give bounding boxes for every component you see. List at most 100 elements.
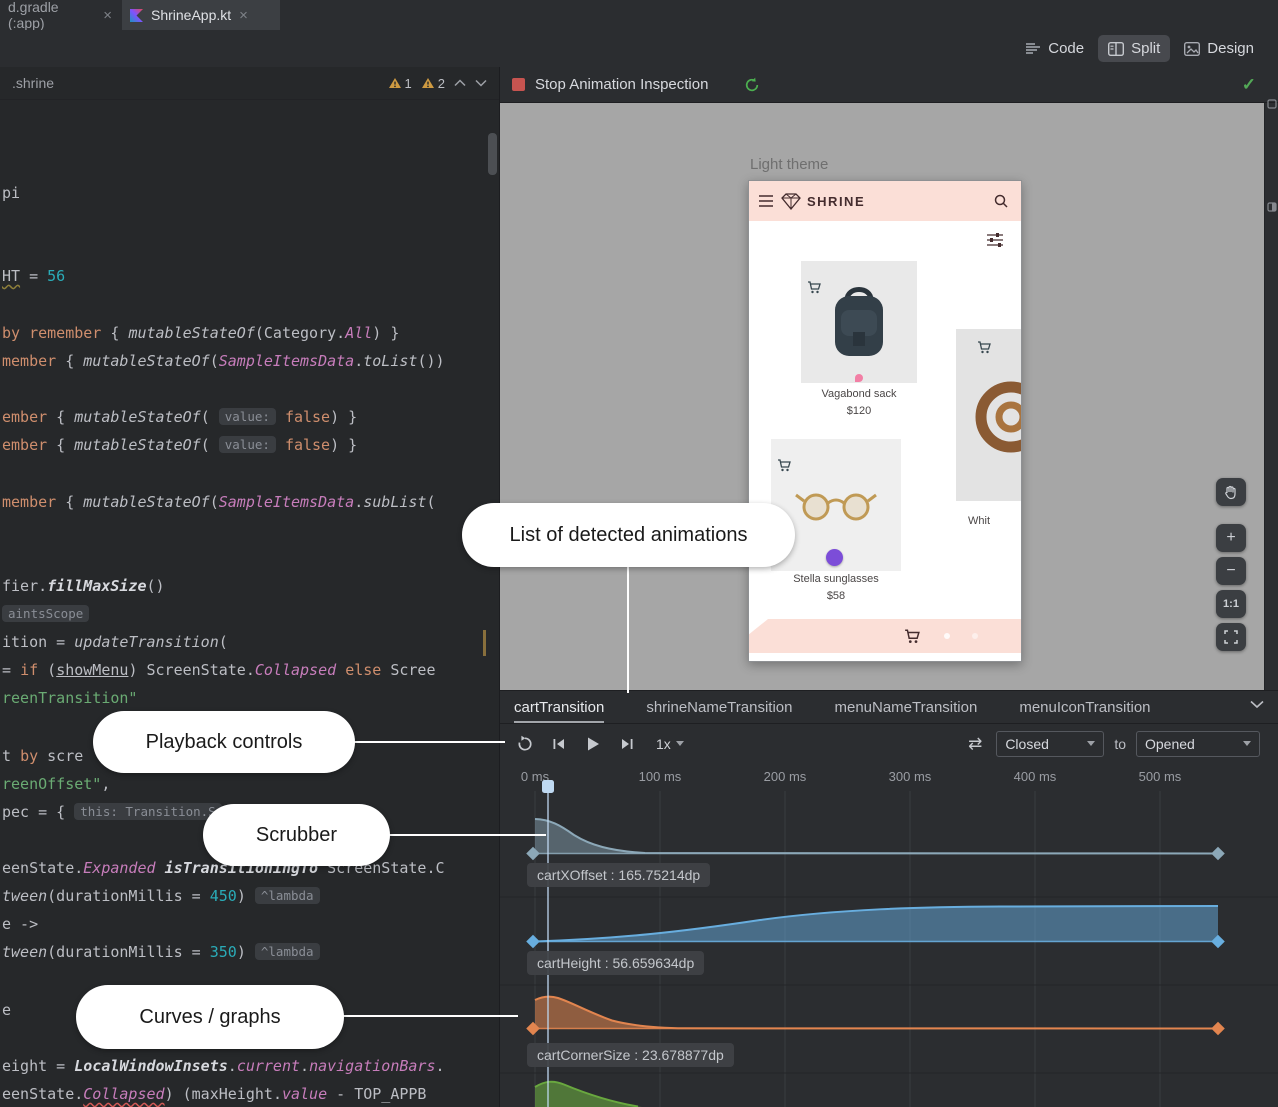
- tab-build-gradle[interactable]: d.gradle (:app) ×: [0, 0, 120, 30]
- zoom-fit-button[interactable]: [1216, 623, 1246, 651]
- callout-animations-list: List of detected animations: [462, 503, 795, 567]
- callout-text: List of detected animations: [510, 524, 748, 547]
- code-token: eight =: [2, 1057, 74, 1075]
- code-token: Collapsed: [83, 1085, 164, 1103]
- mode-split-button[interactable]: Split: [1098, 35, 1170, 62]
- stop-animation-button[interactable]: Stop Animation Inspection: [535, 76, 708, 93]
- callout-connector: [350, 741, 505, 743]
- code-token: ) ScreenState.: [128, 661, 254, 679]
- timeline-panel: cartTransitionshrineNameTransitionmenuNa…: [500, 690, 1278, 1107]
- code-token: pi: [2, 184, 20, 202]
- cart-bar[interactable]: [749, 619, 1021, 653]
- code-token: 350: [210, 943, 237, 961]
- code-token: e: [2, 1001, 11, 1019]
- code-token: (: [210, 352, 219, 370]
- search-icon[interactable]: [993, 193, 1009, 209]
- zoom-out-button[interactable]: −: [1216, 557, 1246, 585]
- code-token: value: [282, 1085, 327, 1103]
- tab-shrineapp[interactable]: ShrineApp.kt ×: [122, 0, 280, 30]
- tool-stripe-icon[interactable]: [1267, 202, 1277, 212]
- code-token: {: [56, 352, 83, 370]
- warning-count: 2: [438, 76, 445, 91]
- code-token: scre: [38, 747, 83, 765]
- code-token: subList: [363, 493, 426, 511]
- preview-canvas[interactable]: Light theme SHRINE: [500, 103, 1264, 690]
- refresh-icon[interactable]: [744, 77, 760, 93]
- curve-stroke-cartCornerSize: [535, 997, 1218, 1029]
- add-to-cart-icon[interactable]: [807, 281, 821, 294]
- scrollbar-warning-mark: [483, 630, 486, 656]
- shrine-appbar: SHRINE: [749, 181, 1021, 221]
- callout-playback-controls: Playback controls: [93, 711, 355, 773]
- close-icon[interactable]: ×: [103, 8, 112, 23]
- code-line: by remember { mutableStateOf(Category.Al…: [2, 324, 399, 345]
- code-line: aintsScope: [2, 605, 89, 626]
- code-token: =: [20, 267, 47, 285]
- editor-scrollbar[interactable]: [488, 133, 497, 175]
- mode-code-button[interactable]: Code: [1015, 35, 1094, 62]
- code-icon: [1025, 42, 1041, 56]
- product-name: Vagabond sack: [801, 388, 917, 400]
- mode-design-button[interactable]: Design: [1174, 35, 1264, 62]
- product-image-backpack[interactable]: [801, 261, 917, 383]
- callout-scrubber: Scrubber: [203, 804, 390, 866]
- code-token: else: [345, 661, 381, 679]
- warning-badge[interactable]: 1: [388, 76, 412, 91]
- preview-theme-label: Light theme: [750, 156, 828, 173]
- minus-icon: −: [1226, 562, 1235, 580]
- inspections-widget[interactable]: 1 2: [388, 76, 487, 91]
- view-mode-bar: Code Split Design: [0, 30, 1278, 68]
- device-preview[interactable]: SHRINE Vaga: [748, 180, 1022, 662]
- code-line: member { mutableStateOf(SampleItemsData.…: [2, 352, 445, 373]
- keyframe-diamond[interactable]: [1211, 847, 1225, 861]
- pan-button[interactable]: [1216, 478, 1246, 506]
- menu-icon[interactable]: [759, 195, 775, 207]
- code-line: member { mutableStateOf(SampleItemsData.…: [2, 493, 436, 514]
- tool-window-stripe: [1264, 103, 1278, 690]
- belt-graphic: [956, 329, 1022, 501]
- keyframe-diamond[interactable]: [526, 935, 540, 949]
- zoom-100-button[interactable]: 1:1: [1216, 590, 1246, 618]
- product-name: Stella sunglasses: [771, 573, 901, 585]
- breadcrumb[interactable]: .shrine: [12, 75, 54, 91]
- code-token: (: [219, 633, 228, 651]
- code-token: ,: [101, 775, 110, 793]
- filter-icon[interactable]: [987, 233, 1003, 247]
- code-line: tween(durationMillis = 350) ^lambda: [2, 943, 320, 964]
- add-to-cart-icon[interactable]: [977, 341, 991, 354]
- code-token: false: [285, 408, 330, 426]
- code-line: HT = 56: [2, 267, 65, 288]
- code-token: toList: [363, 352, 417, 370]
- code-token: (: [38, 661, 56, 679]
- code-token: All: [345, 324, 372, 342]
- code-token: 450: [210, 887, 237, 905]
- cart-icon[interactable]: [904, 629, 920, 644]
- code-token: {: [56, 493, 83, 511]
- chevron-up-icon[interactable]: [454, 79, 466, 87]
- zoom-in-button[interactable]: +: [1216, 524, 1246, 552]
- code-token: eenState.: [2, 859, 83, 877]
- code-token: mutableStateOf: [74, 408, 200, 426]
- add-to-cart-icon[interactable]: [777, 459, 791, 472]
- product-image-belt[interactable]: [956, 329, 1022, 501]
- new-tag-icon: [855, 374, 863, 382]
- code-token: HT: [2, 267, 20, 285]
- callout-text: Playback controls: [146, 731, 303, 754]
- keyframe-diamond[interactable]: [1211, 1022, 1225, 1036]
- close-icon[interactable]: ×: [239, 8, 248, 23]
- code-token: .: [354, 493, 363, 511]
- tool-stripe-icon[interactable]: [1267, 99, 1277, 109]
- scrubber-handle[interactable]: [542, 780, 554, 793]
- code-token: Expanded: [83, 859, 155, 877]
- stop-icon: [512, 78, 525, 91]
- warning-badge[interactable]: 2: [421, 76, 445, 91]
- code-token: mutableStateOf: [128, 324, 254, 342]
- code-token: [336, 661, 345, 679]
- panel-divider[interactable]: [499, 67, 500, 1107]
- code-line: eenState.Collapsed) (maxHeight.value - T…: [2, 1085, 426, 1106]
- chevron-down-icon[interactable]: [475, 79, 487, 87]
- code-token: .: [300, 1057, 309, 1075]
- code-token: [156, 859, 165, 877]
- code-area[interactable]: pi HT = 56 by remember { mutableStateOf(Ca…: [0, 100, 499, 1107]
- curve-fill-cartCornerSize: [535, 997, 1218, 1029]
